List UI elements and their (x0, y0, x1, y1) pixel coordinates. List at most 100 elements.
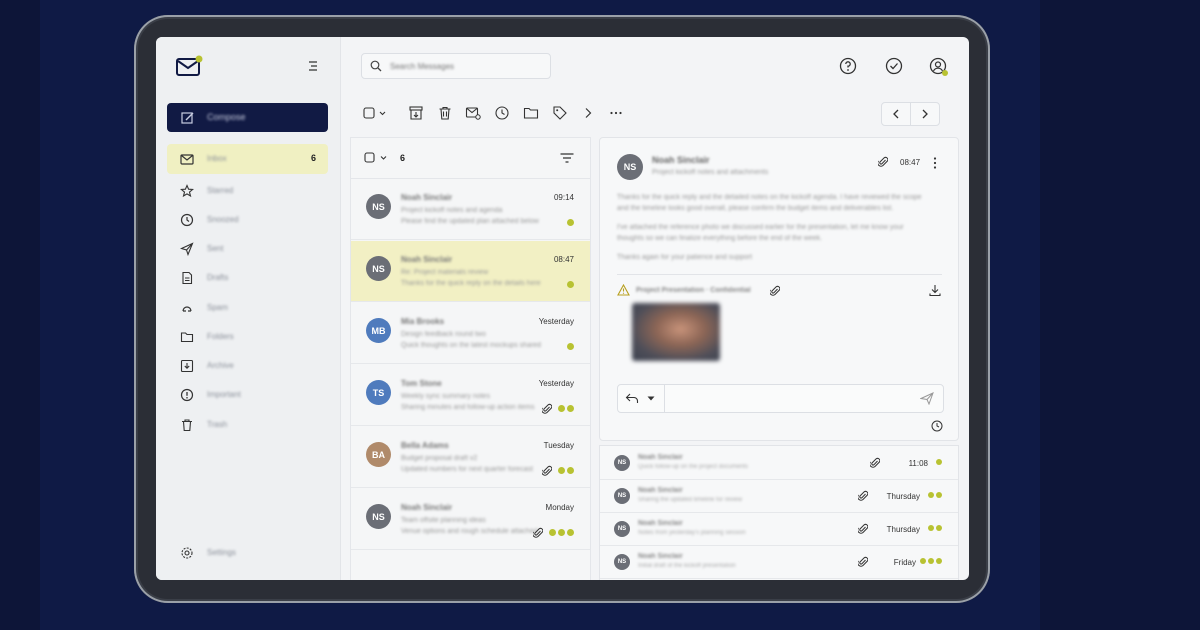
thread-time: Friday (893, 558, 916, 567)
status-dot (558, 467, 565, 474)
sidebar-item-label: Starred (207, 186, 234, 195)
status-dot (567, 529, 574, 536)
message-subject: Project kickoff notes and agenda (401, 207, 503, 214)
download-icon[interactable] (928, 283, 942, 297)
attachment-image-thumbnail[interactable] (632, 303, 720, 361)
status-dot (567, 467, 574, 474)
spam-icon (180, 301, 194, 315)
search-input[interactable] (388, 57, 542, 75)
sidebar-item-spam[interactable]: Spam (167, 293, 328, 323)
message-list-item[interactable]: TS Tom Stone Weekly sync summary notes Shar… (351, 365, 590, 426)
reply-icon[interactable] (625, 392, 639, 405)
previous-page-button[interactable] (881, 102, 911, 126)
avatar: NS (366, 194, 391, 219)
chevron-right-icon[interactable] (580, 105, 596, 121)
thread-message-row[interactable]: NS Noah Sinclair Quick follow-up on the pr… (600, 446, 958, 480)
message-sender: Bella Adams (401, 441, 449, 450)
message-time: Monday (545, 503, 574, 512)
avatar: BA (366, 442, 391, 467)
list-select-checkbox[interactable] (364, 152, 392, 164)
avatar: NS (614, 521, 630, 537)
attachment-paperclip-icon (870, 457, 880, 468)
warning-icon (617, 284, 630, 296)
thread-time: 11:08 (908, 459, 928, 468)
select-all-checkbox[interactable] (363, 105, 389, 121)
thread-preview: Notes from yesterday's planning session (638, 530, 746, 536)
mail-logo-icon (176, 55, 203, 76)
status-dot (928, 525, 934, 531)
status-dot (928, 492, 934, 498)
mark-read-icon[interactable] (465, 105, 481, 121)
message-list-item[interactable]: NS Noah Sinclair Re: Project materials rev… (351, 241, 590, 302)
thread-time: Thursday (886, 492, 920, 501)
reply-options-chevron-down-icon[interactable] (647, 396, 655, 401)
label-tag-icon[interactable] (552, 105, 568, 121)
status-dot (567, 281, 574, 288)
sidebar-item-sent[interactable]: Sent (167, 234, 328, 264)
sidebar-item-snoozed[interactable]: Snoozed (167, 205, 328, 235)
alert-icon (180, 388, 194, 402)
message-body-line: Thanks again for your patience and suppo… (617, 254, 753, 261)
status-dot (936, 459, 942, 465)
next-page-button[interactable] (910, 102, 940, 126)
message-list-item[interactable]: MB Mia Brooks Design feedback round two Qui… (351, 303, 590, 364)
compose-button[interactable]: Compose (167, 103, 328, 132)
status-dots (928, 525, 942, 531)
status-dots (928, 492, 942, 498)
reply-box[interactable] (617, 384, 944, 413)
attachment-paperclip-icon (542, 403, 552, 414)
status-dot (567, 219, 574, 226)
gear-icon (180, 546, 194, 560)
tasks-check-icon[interactable] (885, 57, 903, 75)
status-dot (936, 558, 942, 564)
status-dots (567, 343, 574, 350)
message-list-item[interactable]: NS Noah Sinclair Project kickoff notes and… (351, 179, 590, 240)
help-icon[interactable] (839, 57, 857, 75)
message-list-item[interactable]: NS Noah Sinclair Team offsite planning ide… (351, 489, 590, 550)
avatar: NS (614, 455, 630, 471)
thread-message-row[interactable]: NS Noah Sinclair Sharing the updated timel… (600, 479, 958, 513)
status-dot (549, 529, 556, 536)
filter-icon[interactable] (559, 151, 575, 165)
status-dots (920, 558, 942, 564)
status-dots (558, 405, 574, 412)
sidebar-item-drafts[interactable]: Drafts (167, 263, 328, 293)
more-vertical-icon[interactable] (932, 156, 938, 170)
sidebar-item-folders[interactable]: Folders (167, 322, 328, 352)
status-dot (928, 558, 934, 564)
message-subject: Team offsite planning ideas (401, 517, 486, 524)
snooze-action-icon[interactable] (494, 105, 510, 121)
search-box[interactable] (361, 53, 551, 79)
sidebar-item-label: Folders (207, 332, 234, 341)
menu-icon[interactable] (306, 59, 320, 73)
message-reader: NS Noah Sinclair Project kickoff notes a… (599, 137, 959, 441)
reader-subject: Project kickoff notes and attachments (652, 169, 769, 176)
avatar: NS (366, 504, 391, 529)
thread-message-row[interactable]: NS Noah Sinclair Notes from yesterday's pl… (600, 512, 958, 546)
thread-message-row[interactable]: NS Noah Sinclair Initial draft of the kick… (600, 545, 958, 579)
avatar: MB (366, 318, 391, 343)
send-button-icon[interactable] (920, 392, 934, 405)
sidebar-item-settings[interactable]: Settings (167, 538, 328, 568)
move-to-folder-icon[interactable] (523, 105, 539, 121)
sidebar-item-label: Archive (207, 361, 234, 370)
thread-sender: Noah Sinclair (638, 553, 683, 560)
star-icon (180, 184, 194, 198)
sidebar-item-starred[interactable]: Starred (167, 176, 328, 206)
archive-icon (180, 359, 194, 373)
sidebar-item-archive[interactable]: Archive (167, 351, 328, 381)
sidebar-item-label: Snoozed (207, 215, 239, 224)
message-list-item[interactable]: BA Bella Adams Budget proposal draft v2 Upd… (351, 427, 590, 488)
sidebar-item-important[interactable]: Important (167, 380, 328, 410)
archive-action-icon[interactable] (408, 105, 424, 121)
delete-action-icon[interactable] (437, 105, 453, 121)
divider (617, 274, 942, 275)
sidebar-item-trash[interactable]: Trash (167, 410, 328, 440)
schedule-send-clock-icon[interactable] (931, 420, 943, 432)
more-options-icon[interactable] (608, 105, 624, 121)
sidebar-item-inbox[interactable]: Inbox 6 (167, 144, 328, 174)
message-body-line: I've attached the reference photo we dis… (617, 224, 904, 231)
attachment-paperclip-icon (858, 490, 868, 501)
reader-time: 08:47 (900, 158, 921, 167)
status-dot (920, 558, 926, 564)
